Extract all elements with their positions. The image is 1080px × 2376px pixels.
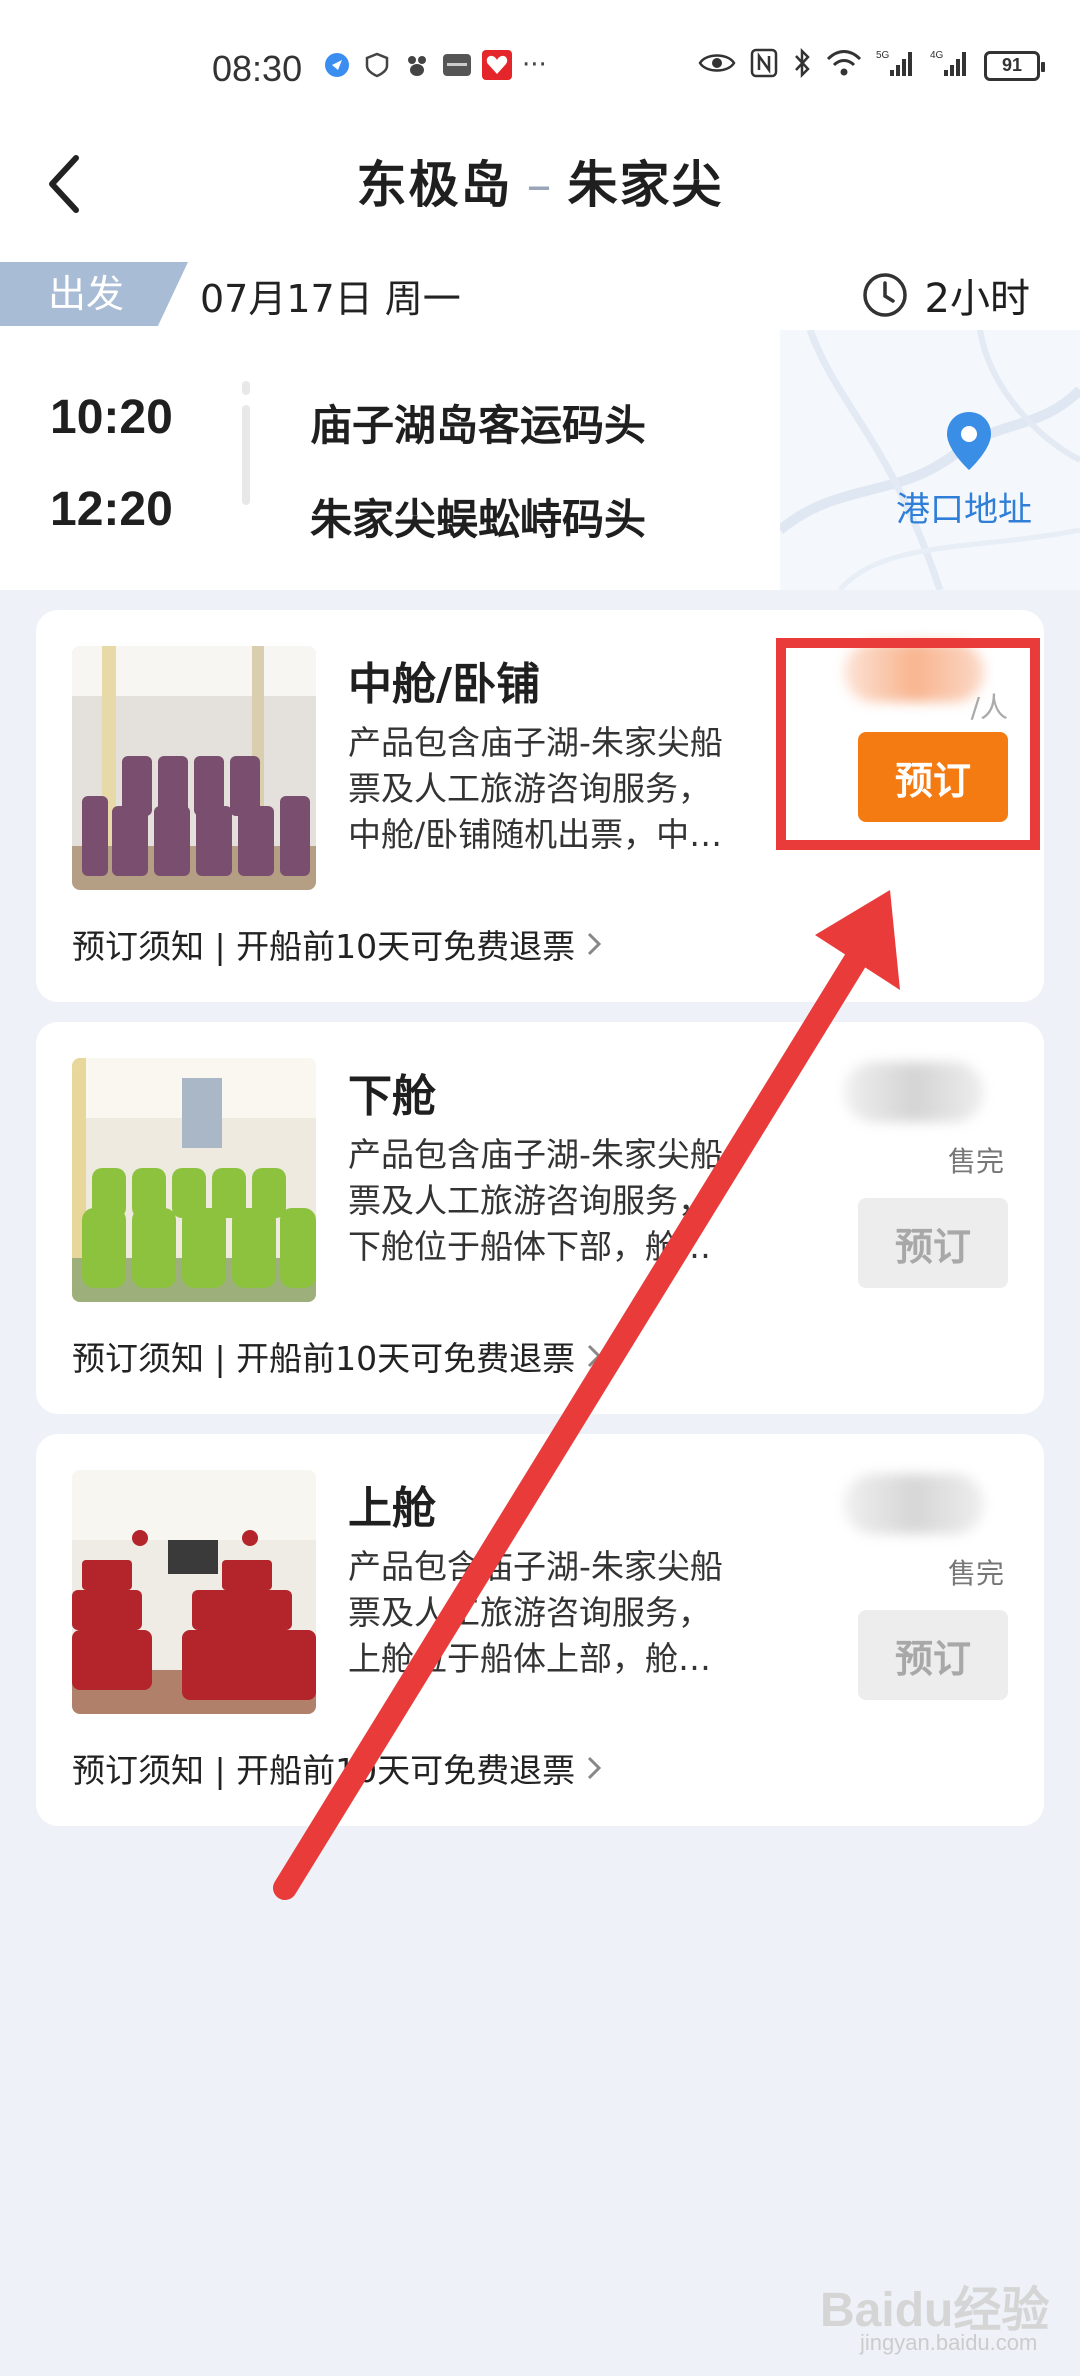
arrive-port: 朱家尖蜈蚣峙码头	[310, 495, 647, 544]
booking-notice-text: 预订须知 | 开船前10天可免费退票	[72, 1339, 576, 1378]
location-icon	[322, 50, 352, 80]
more-notifications-icon: ···	[522, 50, 547, 80]
bluetooth-icon	[792, 47, 812, 83]
cabin-title: 中舱/卧铺	[348, 659, 541, 710]
svg-text:4G: 4G	[930, 50, 944, 61]
huawei-icon	[442, 50, 472, 80]
cabin-desc-line: 票及人工旅游咨询服务，	[348, 1593, 711, 1632]
paw-icon	[402, 50, 432, 80]
eye-icon	[698, 51, 736, 80]
watermark-url: jingyan.baidu.com	[860, 2330, 1038, 2355]
signal-5g-icon: 5G	[876, 48, 916, 83]
port-address-link[interactable]: 港口地址	[896, 482, 1032, 531]
route-separator: –	[526, 156, 554, 214]
cabin-card-upper: 上舱 产品包含庙子湖-朱家尖船 票及人工旅游咨询服务， 上舱位于船体上部，舱… …	[36, 1434, 1044, 1826]
book-button[interactable]: 预订	[858, 1610, 1008, 1700]
arrive-time: 12:20	[50, 483, 173, 536]
cabin-card-lower: 下舱 产品包含庙子湖-朱家尖船 票及人工旅游咨询服务， 下舱位于船体下部，舱… …	[36, 1022, 1044, 1414]
chevron-right-icon	[588, 1344, 602, 1368]
route-origin: 东极岛	[356, 156, 513, 214]
heart-app-icon	[482, 50, 512, 80]
depart-tag: 出发	[0, 262, 188, 326]
map-background	[780, 330, 1080, 590]
booking-notice[interactable]: 预订须知 | 开船前10天可免费退票	[72, 1332, 605, 1380]
cabin-photo	[72, 646, 316, 890]
cabin-description: 产品包含庙子湖-朱家尖船 票及人工旅游咨询服务， 下舱位于船体下部，舱…	[348, 1132, 768, 1270]
depart-port: 庙子湖岛客运码头	[310, 401, 647, 450]
duration-text: 2小时	[924, 276, 1030, 322]
status-left-icons: ···	[322, 50, 547, 80]
status-time: 08:30	[212, 48, 303, 89]
cabin-title: 下舱	[348, 1071, 436, 1122]
cabin-description: 产品包含庙子湖-朱家尖船 票及人工旅游咨询服务， 中舱/卧铺随机出票，中…	[348, 720, 768, 858]
cabin-desc-line: 产品包含庙子湖-朱家尖船	[348, 1135, 723, 1174]
annotation-highlight-box	[776, 638, 1040, 850]
clock-icon	[862, 273, 907, 317]
depart-time: 10:20	[50, 391, 173, 444]
booking-notice-text: 预订须知 | 开船前10天可免费退票	[72, 1751, 576, 1790]
cabin-photo	[72, 1058, 316, 1302]
cabin-desc-line: 产品包含庙子湖-朱家尖船	[348, 1547, 723, 1586]
cabin-photo	[72, 1470, 316, 1714]
route-destination: 朱家尖	[567, 156, 724, 214]
map-pin-icon[interactable]	[944, 410, 994, 476]
sold-out-label: 售完	[947, 1145, 1004, 1178]
price-blurred	[844, 1474, 984, 1534]
cabin-desc-line: 下舱位于船体下部，舱…	[348, 1227, 711, 1266]
page-title: 东极岛 – 朱家尖	[0, 145, 1080, 217]
status-right-icons: 5G 4G 91	[698, 47, 1045, 83]
booking-notice[interactable]: 预订须知 | 开船前10天可免费退票	[72, 920, 605, 968]
signal-4g-icon: 4G	[930, 48, 970, 83]
cabin-desc-line: 票及人工旅游咨询服务，	[348, 1181, 711, 1220]
wifi-icon	[826, 49, 862, 82]
chevron-right-icon	[588, 1756, 602, 1780]
cabin-desc-line: 中舱/卧铺随机出票，中…	[348, 815, 723, 854]
price-blurred	[844, 1062, 984, 1122]
cabin-desc-line: 上舱位于船体上部，舱…	[348, 1639, 711, 1678]
cabin-title: 上舱	[348, 1483, 436, 1534]
trip-duration: 2小时	[861, 266, 1030, 324]
cabin-description: 产品包含庙子湖-朱家尖船 票及人工旅游咨询服务， 上舱位于船体上部，舱…	[348, 1544, 768, 1682]
svg-text:5G: 5G	[876, 50, 890, 61]
battery-indicator: 91	[984, 50, 1045, 81]
route-line	[242, 381, 250, 505]
depart-date: 07月17日 周一	[200, 277, 461, 321]
nfc-icon	[750, 48, 778, 83]
booking-notice[interactable]: 预订须知 | 开船前10天可免费退票	[72, 1744, 605, 1792]
shield-icon	[362, 50, 392, 80]
chevron-right-icon	[588, 932, 602, 956]
cabin-desc-line: 票及人工旅游咨询服务，	[348, 769, 711, 808]
status-bar: 08:30 ··· 5G 4G 91	[0, 0, 1080, 130]
booking-notice-text: 预订须知 | 开船前10天可免费退票	[72, 927, 576, 966]
cabin-desc-line: 产品包含庙子湖-朱家尖船	[348, 723, 723, 762]
book-button[interactable]: 预订	[858, 1198, 1008, 1288]
map-thumbnail[interactable]	[780, 330, 1080, 590]
sold-out-label: 售完	[947, 1557, 1004, 1590]
